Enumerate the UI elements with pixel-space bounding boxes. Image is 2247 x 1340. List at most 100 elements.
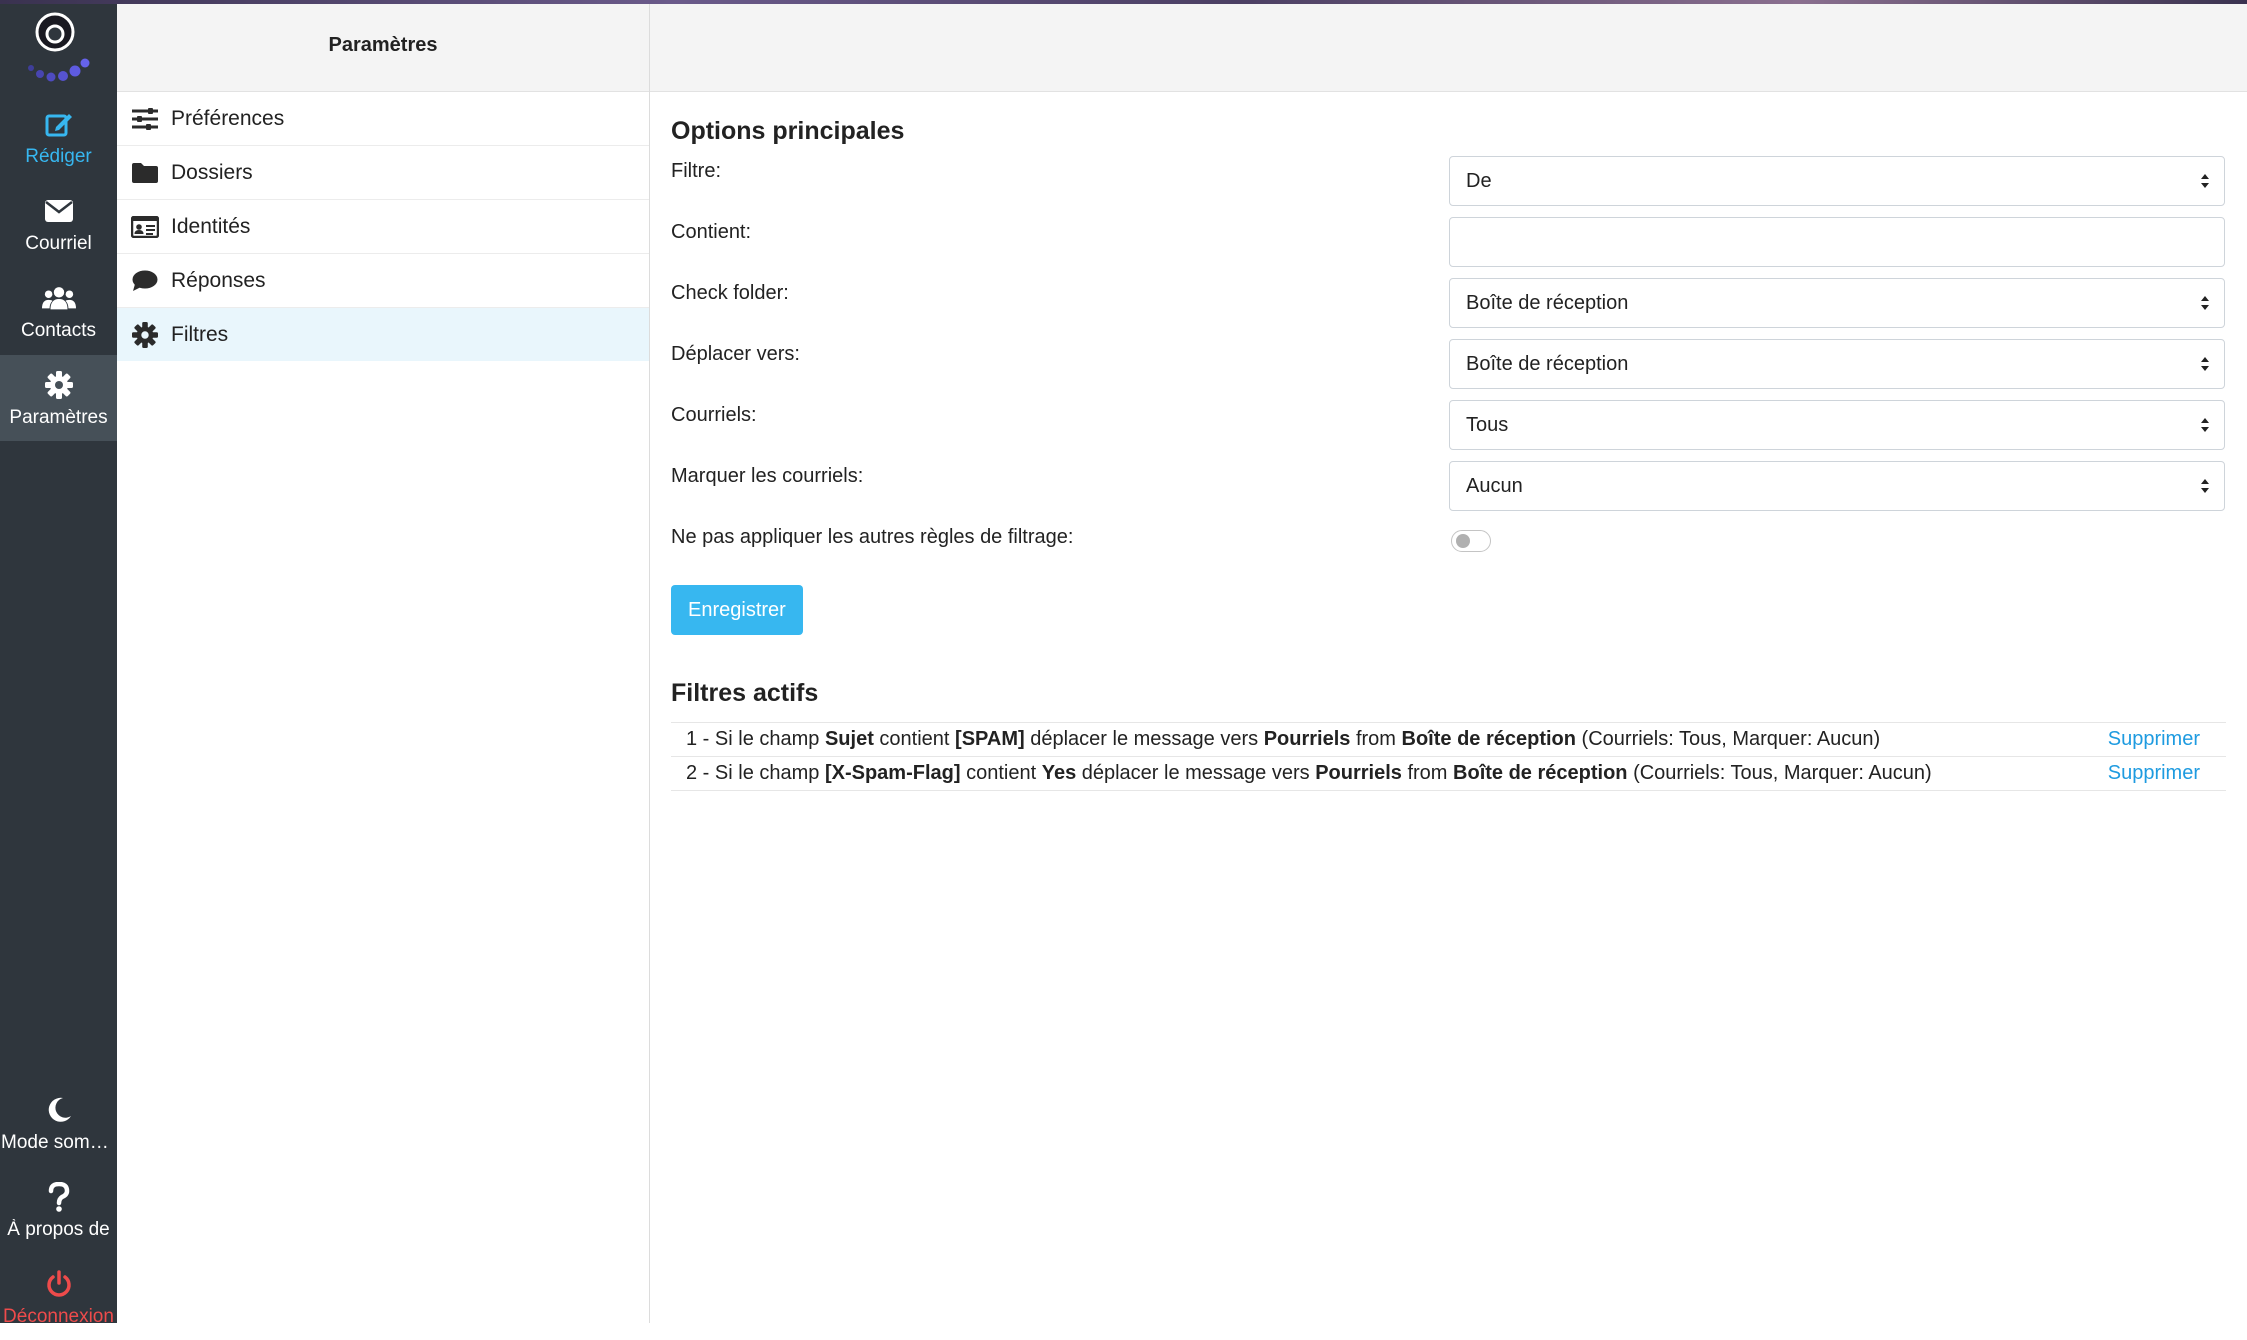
edit-icon [42,107,76,141]
select-caret-icon [2201,296,2209,310]
settings-item-identities[interactable]: Identités [117,200,649,254]
rail-contacts-label: Contacts [21,319,96,341]
marquer-label: Marquer les courriels: [671,465,864,487]
field-filtre: Filtre: De [671,156,2226,217]
field-courriels: Courriels: Tous [671,400,2226,461]
settings-item-label: Identités [171,214,251,238]
moon-icon [42,1093,76,1127]
settings-item-label: Réponses [171,268,266,292]
gear-icon [131,321,159,349]
filter-dest: Pourriels [1315,762,1402,784]
filter-dest: Pourriels [1263,728,1351,750]
rail-dark-mode-label: Mode sombre [1,1131,116,1153]
courriels-label: Courriels: [671,404,757,426]
rail-about[interactable]: À propos de [0,1167,117,1253]
users-icon [41,281,76,315]
filter-num: 2 - [686,762,715,784]
power-icon [42,1267,76,1301]
gear-icon [42,368,76,402]
settings-item-preferences[interactable]: Préférences [117,92,649,146]
filter-text: (Courriels: Tous, Marquer: Aucun) [1627,762,1932,784]
folder-icon [131,159,159,187]
save-button[interactable]: Enregistrer [671,585,803,635]
sliders-icon [131,105,159,133]
filter-text: from [1350,728,1402,750]
rail-logout-label: Déconnexion [3,1305,114,1327]
deplacer-value: Boîte de réception [1466,352,1629,375]
select-caret-icon [2201,479,2209,493]
delete-filter-link[interactable]: Supprimer [2108,723,2200,756]
no-other-rules-label: Ne pas appliquer les autres règles de fi… [671,526,1074,548]
marquer-value: Aucun [1466,474,1523,497]
toggle-knob [1456,534,1470,548]
rail-compose[interactable]: Rédiger [0,94,117,180]
app-logo [28,12,90,82]
check-folder-select[interactable]: Boîte de réception [1449,278,2225,328]
rail-mail[interactable]: Courriel [0,181,117,267]
settings-item-label: Filtres [171,322,229,346]
top-strip [0,0,2247,4]
filter-text: Si le champ [714,762,825,784]
options-title: Options principales [671,117,905,145]
filter-text: Si le champ [714,728,825,750]
filtre-select[interactable]: De [1449,156,2225,206]
rail-logout[interactable]: Déconnexion [0,1254,117,1340]
field-deplacer: Déplacer vers: Boîte de réception [671,339,2226,400]
deplacer-select[interactable]: Boîte de réception [1449,339,2225,389]
settings-item-filters[interactable]: Filtres [117,308,649,361]
filter-text: contient [960,762,1042,784]
settings-item-replies[interactable]: Réponses [117,254,649,308]
rail-mail-label: Courriel [25,232,92,254]
marquer-select[interactable]: Aucun [1449,461,2225,511]
filter-text: déplacer le message vers [1076,762,1316,784]
settings-title: Paramètres [117,0,649,92]
courriels-select[interactable]: Tous [1449,400,2225,450]
select-caret-icon [2201,357,2209,371]
active-filters-list: 1 - Si le champ Sujet contient [SPAM] dé… [671,722,2226,791]
rail-settings[interactable]: Paramètres [0,355,117,441]
field-marquer: Marquer les courriels: Aucun [671,461,2226,522]
filter-text: from [1401,762,1454,784]
rail-dark-mode[interactable]: Mode sombre [0,1080,117,1166]
app-rail: Rédiger Courriel Contacts Paramètres Mod… [0,0,117,1327]
check-folder-value: Boîte de réception [1466,291,1629,314]
settings-sidebar: Paramètres Préférences Dossiers Identité… [117,0,650,1323]
delete-filter-link[interactable]: Supprimer [2108,757,2200,790]
rail-settings-label: Paramètres [9,406,108,428]
envelope-icon [42,194,76,228]
settings-item-label: Préférences [171,106,285,130]
filter-form: Filtre: De Contient: Check folder: Boîte… [671,156,2226,583]
filtre-label: Filtre: [671,160,721,182]
filter-field: [X-Spam-Flag] [824,762,961,784]
active-filters-title: Filtres actifs [671,679,819,707]
contient-label: Contient: [671,221,752,243]
select-caret-icon [2201,174,2209,188]
filter-value: [SPAM] [955,728,1025,750]
filter-text: (Courriels: Tous, Marquer: Aucun) [1576,728,1881,750]
filters-main: Options principales Filtre: De Contient:… [671,91,2226,791]
filter-src: Boîte de réception [1401,728,1576,750]
contient-input[interactable] [1449,217,2225,267]
id-card-icon [131,213,159,241]
rail-compose-label: Rédiger [25,145,92,167]
filter-src: Boîte de réception [1453,762,1628,784]
filter-row: 2 - Si le champ [X-Spam-Flag] contient Y… [671,757,2226,791]
field-check-folder: Check folder: Boîte de réception [671,278,2226,339]
filtre-value: De [1466,169,1492,192]
rail-about-label: À propos de [7,1218,110,1240]
rail-contacts[interactable]: Contacts [0,268,117,354]
check-folder-label: Check folder: [671,282,789,304]
main-header [650,4,2247,92]
select-caret-icon [2201,418,2209,432]
field-contient: Contient: [671,217,2226,278]
field-no-other-rules: Ne pas appliquer les autres règles de fi… [671,522,2226,583]
no-other-rules-toggle[interactable] [1451,530,1491,552]
filter-text: contient [873,728,956,750]
settings-item-folders[interactable]: Dossiers [117,146,649,200]
question-icon [42,1180,76,1214]
filter-num: 1 - [686,728,715,750]
settings-item-label: Dossiers [171,160,253,184]
filter-text: déplacer le message vers [1024,728,1264,750]
filter-field: Sujet [824,728,874,750]
comment-icon [131,267,159,295]
